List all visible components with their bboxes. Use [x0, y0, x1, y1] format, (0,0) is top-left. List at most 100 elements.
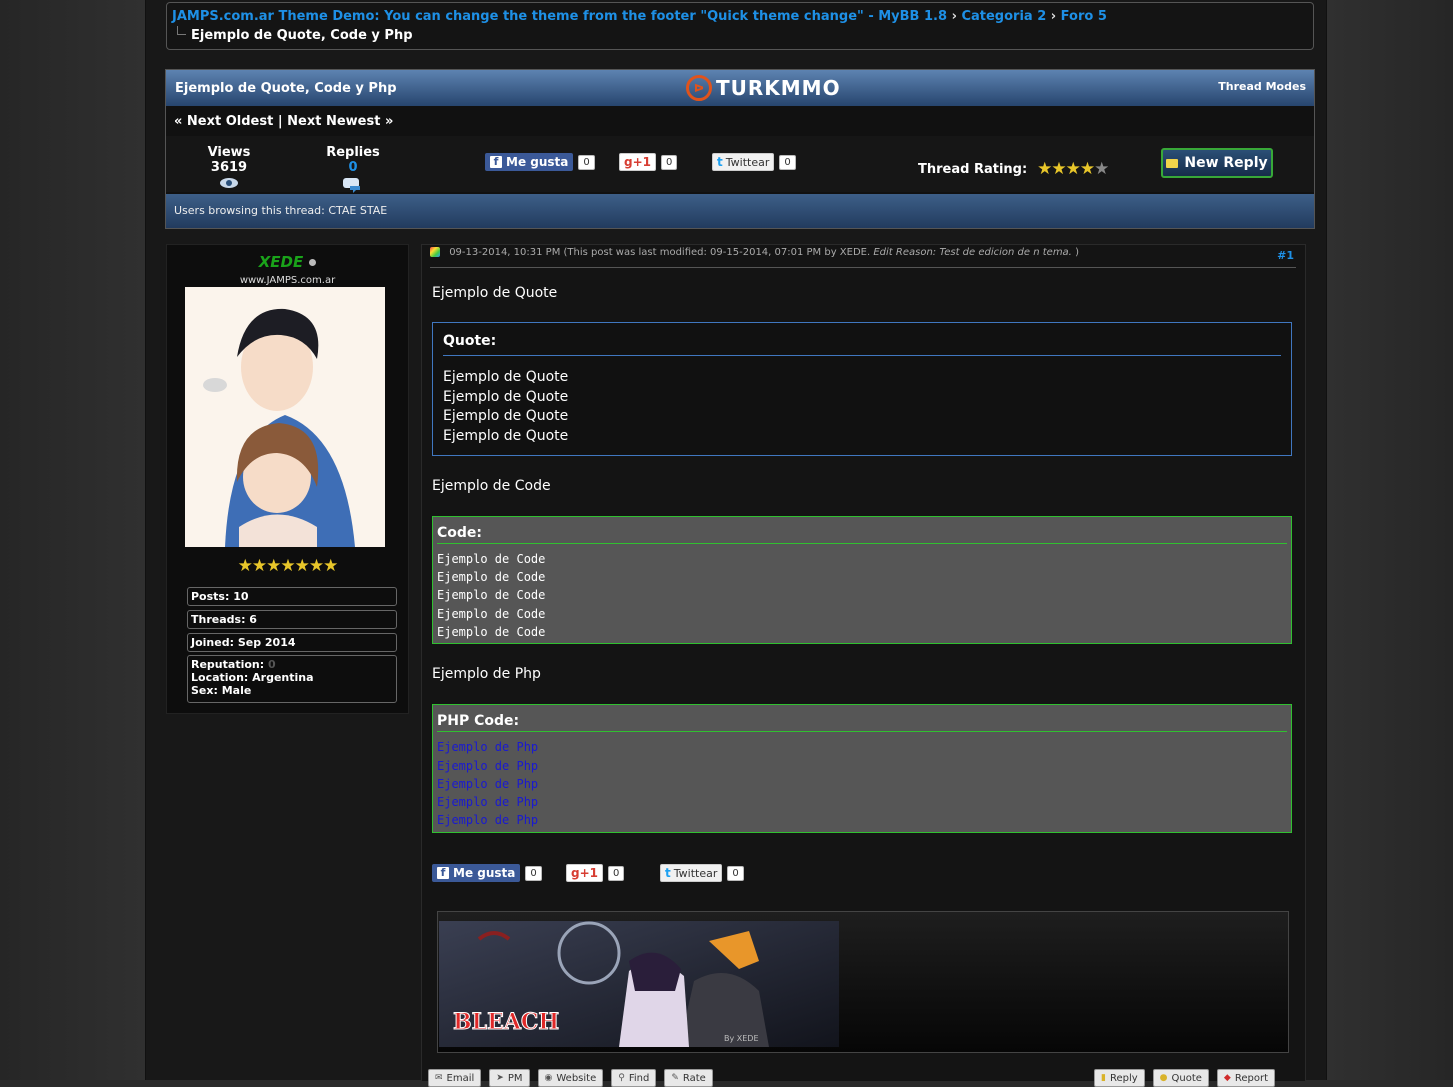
- post-buttons-right: ▮ Reply ● Quote ◆ Report: [1094, 1069, 1283, 1087]
- pm-icon: ➤: [496, 1073, 504, 1083]
- post-text-code: Ejemplo de Code: [432, 478, 551, 494]
- quote-button[interactable]: ● Quote: [1152, 1069, 1209, 1087]
- post-twitter-button[interactable]: t Twittear: [660, 864, 723, 882]
- reply-icon: ▮: [1101, 1073, 1106, 1083]
- post-modified-end: ): [1075, 247, 1079, 258]
- find-button[interactable]: ⚲ Find: [611, 1069, 657, 1087]
- reply-button[interactable]: ▮ Reply: [1094, 1069, 1145, 1087]
- author-name[interactable]: XEDE: [167, 253, 408, 271]
- quote-block: Quote: Ejemplo de Quote Ejemplo de Quote…: [432, 322, 1292, 456]
- thread-header-box: Ejemplo de Quote, Code y Php ᐅ TURKMMO T…: [165, 69, 1315, 229]
- rating-star-icon[interactable]: ★: [1037, 159, 1052, 179]
- twitter-icon: t: [665, 866, 671, 880]
- post-text-php: Ejemplo de Php: [432, 666, 541, 682]
- post-gplus-button[interactable]: g+1: [566, 864, 603, 882]
- rank-star-icon: ★: [323, 556, 338, 576]
- php-line: Ejemplo de Php: [437, 777, 539, 791]
- avatar[interactable]: [185, 287, 385, 547]
- twitter-button[interactable]: t Twittear: [712, 153, 775, 171]
- rating-label: Thread Rating:: [918, 161, 1028, 177]
- code-line: Ejemplo de Code: [437, 625, 546, 639]
- rate-button[interactable]: ✎ Rate: [664, 1069, 713, 1087]
- code-block: Code: Ejemplo de Code Ejemplo de Code Ej…: [432, 516, 1292, 644]
- thread-modes-link[interactable]: Thread Modes: [1218, 80, 1306, 93]
- new-reply-button[interactable]: New Reply: [1161, 148, 1273, 178]
- rank-star-icon: ★: [237, 556, 253, 576]
- facebook-icon: f: [490, 156, 502, 168]
- post-number-link[interactable]: #1: [1277, 249, 1294, 262]
- author-posts[interactable]: Posts: 10: [187, 587, 397, 606]
- post-share-facebook: f Me gusta 0: [432, 864, 542, 882]
- thread-rating: Thread Rating: ★★★★★: [918, 159, 1109, 179]
- thread-title-bar: Ejemplo de Quote, Code y Php ᐅ TURKMMO T…: [166, 70, 1314, 106]
- thread-stats-row: Views 3619 Replies 0 fMe gusta 0 g+1 0: [166, 136, 1314, 193]
- breadcrumb-forum-link[interactable]: JAMPS.com.ar Theme Demo: You can change …: [172, 9, 947, 24]
- author-reputation: Reputation: 0: [191, 658, 276, 671]
- twitter-count: 0: [779, 154, 796, 170]
- code-line: Ejemplo de Code: [437, 607, 546, 621]
- views-value: 3619: [210, 160, 248, 175]
- offline-status-icon: [309, 259, 317, 266]
- page-right-gutter: [1326, 0, 1453, 1080]
- reputation-value[interactable]: 0: [268, 658, 276, 671]
- next-oldest-link[interactable]: « Next Oldest: [174, 114, 273, 129]
- breadcrumb-subforum-link[interactable]: Foro 5: [1061, 9, 1107, 24]
- rating-star-icon[interactable]: ★: [1094, 159, 1109, 179]
- quote-line: Ejemplo de Quote: [443, 428, 569, 444]
- breadcrumb-category-link[interactable]: Categoria 2: [961, 9, 1046, 24]
- gplus-icon: g: [624, 155, 633, 169]
- replies-stat: Replies 0: [322, 145, 384, 197]
- rank-star-icon: ★: [294, 556, 310, 576]
- gplus-button[interactable]: g+1: [619, 153, 656, 171]
- code-line: Ejemplo de Code: [437, 588, 546, 602]
- reply-icon: [1166, 158, 1179, 168]
- post-modified: (This post was last modified: 09-15-2014…: [563, 247, 871, 258]
- author-location: Location: Argentina: [191, 671, 314, 684]
- search-icon: ⚲: [618, 1073, 625, 1083]
- logo-icon: ᐅ: [686, 75, 712, 101]
- post-icon: [430, 247, 440, 257]
- replies-value: 0: [348, 160, 358, 175]
- author-threads[interactable]: Threads: 6: [187, 610, 397, 629]
- rank-star-icon: ★: [308, 556, 324, 576]
- rating-star-icon[interactable]: ★: [1080, 159, 1095, 179]
- author-details: Reputation: 0 Location: Argentina Sex: M…: [187, 655, 397, 703]
- signature-text: By XEDE: [724, 1034, 759, 1043]
- email-button[interactable]: ✉ Email: [428, 1069, 482, 1087]
- email-icon: ✉: [435, 1073, 443, 1083]
- pm-button[interactable]: ➤ PM: [489, 1069, 530, 1087]
- post-buttons-left: ✉ Email ➤ PM ◉ Website ⚲ Find ✎ Rate: [428, 1069, 721, 1087]
- code-line: Ejemplo de Code: [437, 552, 546, 566]
- post-share-gplus: g+1 0: [566, 864, 625, 882]
- rating-star-icon[interactable]: ★: [1066, 159, 1081, 179]
- facebook-like-button[interactable]: f Me gusta: [485, 153, 574, 171]
- post-edit-reason: Edit Reason: Test de edicion de n tema.: [873, 247, 1072, 258]
- replies-label: Replies: [326, 145, 380, 160]
- quote-line: Ejemplo de Quote: [443, 389, 569, 405]
- breadcrumb: JAMPS.com.ar Theme Demo: You can change …: [166, 2, 1314, 50]
- signature-logo: BLEACH: [453, 1009, 559, 1035]
- forum-page: JAMPS.com.ar Theme Demo: You can change …: [146, 0, 1326, 1087]
- facebook-icon: f: [437, 867, 449, 879]
- quote-line: Ejemplo de Quote: [443, 369, 569, 385]
- site-logo[interactable]: ᐅ TURKMMO: [686, 72, 841, 104]
- post-body: 09-13-2014, 10:31 PM (This post was last…: [421, 244, 1306, 1087]
- author-site: www.JAMPS.com.ar: [239, 275, 336, 286]
- report-icon: ◆: [1223, 1073, 1231, 1083]
- users-browsing-bar: Users browsing this thread: CTAE STAE: [166, 194, 1314, 228]
- next-newest-link[interactable]: Next Newest »: [287, 114, 393, 129]
- rank-star-icon: ★: [280, 556, 295, 576]
- globe-icon: ◉: [544, 1073, 553, 1083]
- php-line: Ejemplo de Php: [437, 759, 539, 773]
- rating-star-icon[interactable]: ★: [1051, 159, 1066, 179]
- rating-stars[interactable]: ★★★★★: [1037, 159, 1109, 179]
- thread-navigation: « Next Oldest | Next Newest »: [174, 114, 393, 129]
- thread-title: Ejemplo de Quote, Code y Php: [175, 81, 397, 96]
- website-button[interactable]: ◉ Website: [537, 1069, 604, 1087]
- post-facebook-like-button[interactable]: f Me gusta: [432, 864, 521, 882]
- quote-line: Ejemplo de Quote: [443, 408, 569, 424]
- nav-separator: |: [277, 114, 283, 129]
- report-button[interactable]: ◆ Report: [1216, 1069, 1275, 1087]
- post-date: 09-13-2014, 10:31 PM: [449, 247, 561, 258]
- post-author-panel: XEDE www.JAMPS.com.ar ★★★★★★★ Posts: 10 …: [166, 244, 409, 714]
